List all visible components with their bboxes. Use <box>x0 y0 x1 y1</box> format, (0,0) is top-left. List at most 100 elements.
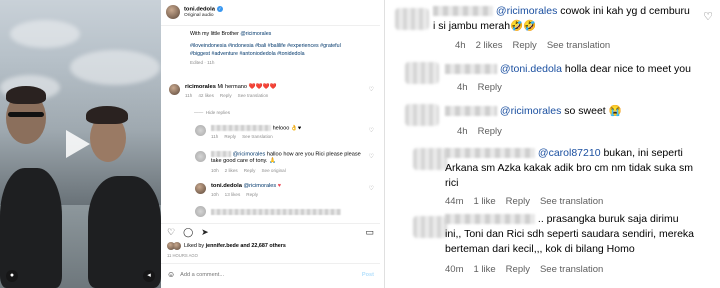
action-bar: ♡ ◯ ➤ <box>167 227 209 238</box>
comment-mention[interactable]: @ricimorales <box>243 183 276 189</box>
comment-body: @ricimorales so sweet 😭 <box>445 104 715 119</box>
comment-body: @carol87210 bukan, ini seperti Arkana sm… <box>445 146 715 191</box>
comment-text: holla dear nice to meet you <box>564 63 691 75</box>
reply-item: toni.dedola @ricimorales ♥ 10h 13 likes Re… <box>195 183 281 197</box>
commenter-avatar[interactable] <box>195 125 206 136</box>
see-translation-button[interactable]: See translation <box>238 93 269 98</box>
author-avatar[interactable] <box>166 5 180 19</box>
reply-button[interactable]: Reply <box>506 264 530 275</box>
reply-button[interactable]: Reply <box>224 134 236 139</box>
blurred-username <box>445 64 497 75</box>
comment-meta: 4h 2 likes Reply See translation <box>455 40 611 51</box>
comment-text: bukan, ini seperti <box>603 147 683 159</box>
blurred-username <box>445 148 535 159</box>
liker-avatar <box>173 242 181 250</box>
reply-button[interactable]: Reply <box>478 82 502 93</box>
person-right-hair <box>86 106 128 124</box>
video-player[interactable]: ● ◂ <box>0 0 161 288</box>
blurred-username <box>445 214 535 225</box>
commenter-avatar[interactable] <box>169 84 180 95</box>
reply-button[interactable]: Reply <box>513 40 537 51</box>
liked-by-user[interactable]: jennifer.bede <box>206 243 239 249</box>
hashtags-line-1[interactable]: #iloveindonesia #indonesia #bali #balili… <box>190 42 376 50</box>
comment-meta: 40m 1 like Reply See translation <box>445 264 604 275</box>
comment-mention[interactable]: @ricimorales <box>233 151 266 157</box>
author-username[interactable]: toni.dedola <box>184 6 215 12</box>
emoji-icon[interactable]: ☺ <box>167 270 175 279</box>
play-icon[interactable] <box>66 130 90 158</box>
hashtags-line-2[interactable]: #biggest #adventure #antoniodedola #toni… <box>190 50 376 58</box>
cloud <box>10 20 80 48</box>
comment-mention[interactable]: @ricimorales <box>496 5 557 17</box>
heart-icon[interactable]: ♡ <box>369 86 374 93</box>
cloud <box>70 50 160 85</box>
see-translation-button[interactable]: See translation <box>242 134 273 139</box>
mute-icon[interactable]: ◂ <box>143 270 155 282</box>
comment-text: .. prasangka buruk saja dirimu <box>537 213 679 225</box>
comment-mention[interactable]: @carol87210 <box>538 147 601 159</box>
caption: With my little Brother @ricimorales #ilo… <box>190 30 376 67</box>
reply-button[interactable]: Reply <box>506 196 530 207</box>
comment-mention[interactable]: @toni.dedola <box>500 63 562 75</box>
reply-button[interactable]: Reply <box>220 93 232 98</box>
commenter-avatar[interactable] <box>195 183 206 194</box>
see-translation-button[interactable]: See translation <box>540 264 603 275</box>
commenter-avatar[interactable] <box>195 151 206 162</box>
comment-input[interactable] <box>180 271 341 278</box>
blurred-avatar[interactable] <box>405 104 439 126</box>
likes-row: Liked by jennifer.bede and 22,687 others <box>167 242 286 250</box>
see-original-button[interactable]: See original <box>261 168 285 173</box>
see-translation-button[interactable]: See translation <box>540 196 603 207</box>
comment-meta: 10h 2 likes Reply See original <box>211 168 286 174</box>
heart-icon[interactable]: ♡ <box>369 127 374 134</box>
comment-icon[interactable]: ◯ <box>183 227 193 238</box>
reply-item <box>195 206 341 217</box>
comment-text: berteman dari kecil,,, kok di bilang Hom… <box>445 243 635 255</box>
reply-item: helooo 👌♥ 11h Reply See translation <box>195 125 301 139</box>
comments-zoom-panel: @ricimorales cowok ini kah yg d cemburu … <box>384 0 720 288</box>
comment-username[interactable]: toni.dedola <box>211 183 242 189</box>
post-time: 11 HOURS AGO <box>167 253 198 258</box>
comment-body: @ricimorales cowok ini kah yg d cemburu … <box>433 4 713 34</box>
heart-icon[interactable]: ♡ <box>369 153 374 160</box>
user-tag-icon[interactable]: ● <box>6 270 18 282</box>
blurred-avatar[interactable] <box>405 62 439 84</box>
audio-label[interactable]: Original audio <box>184 13 223 18</box>
comment-mention[interactable]: @ricimorales <box>500 105 561 117</box>
post-details: toni.dedola ✓ Original audio With my litt… <box>161 0 380 288</box>
comment-meta: 11h Reply See translation <box>211 134 273 140</box>
bookmark-icon[interactable]: ▭ <box>365 227 374 238</box>
comment-text: so sweet 😭 <box>564 105 622 117</box>
heart-icon[interactable]: ♡ <box>703 10 713 23</box>
reply-item: @ricimorales halloo how are you Rici ple… <box>195 151 361 174</box>
liked-by-count[interactable]: and 22,687 others <box>240 243 286 249</box>
blurred-comment <box>211 208 341 215</box>
comment-text: rici <box>445 177 459 189</box>
comment-text: cowok ini kah yg d cemburu <box>560 5 690 17</box>
reply-button[interactable]: Reply <box>478 126 502 137</box>
comment-likes[interactable]: 42 likes <box>198 93 214 98</box>
sunglasses <box>8 112 44 117</box>
blurred-avatar[interactable] <box>413 148 447 170</box>
comment-text: Arkana sm Azka kakak adik bro cm nm tida… <box>445 162 694 174</box>
comment-text: helooo 👌♥ <box>272 125 302 132</box>
comment-meta: 44m 1 like Reply See translation <box>445 196 604 207</box>
heart-icon[interactable]: ♡ <box>369 185 374 192</box>
blurred-avatar[interactable] <box>395 8 429 30</box>
comment-username[interactable]: ricimorales <box>185 84 216 90</box>
hide-replies-button[interactable]: —— Hide replies <box>194 110 230 115</box>
commenter-avatar[interactable] <box>195 206 206 217</box>
comment-text: Mi hermano ❤️❤️❤️❤️ <box>217 84 277 90</box>
caption-text: With my little Brother <box>190 31 239 37</box>
reply-button[interactable]: Reply <box>246 192 258 197</box>
blurred-avatar[interactable] <box>413 216 447 238</box>
caption-mention[interactable]: @ricimorales <box>240 31 271 37</box>
heart-icon[interactable]: ♡ <box>167 227 175 238</box>
comment-item: ricimorales Mi hermano ❤️❤️❤️❤️ 11h 42 li… <box>169 84 276 98</box>
blurred-username <box>211 151 231 157</box>
share-icon[interactable]: ➤ <box>201 227 209 238</box>
see-translation-button[interactable]: See translation <box>547 40 610 51</box>
post-button[interactable]: Post <box>362 272 374 278</box>
person-left-hair <box>6 86 46 104</box>
reply-button[interactable]: Reply <box>244 168 256 173</box>
